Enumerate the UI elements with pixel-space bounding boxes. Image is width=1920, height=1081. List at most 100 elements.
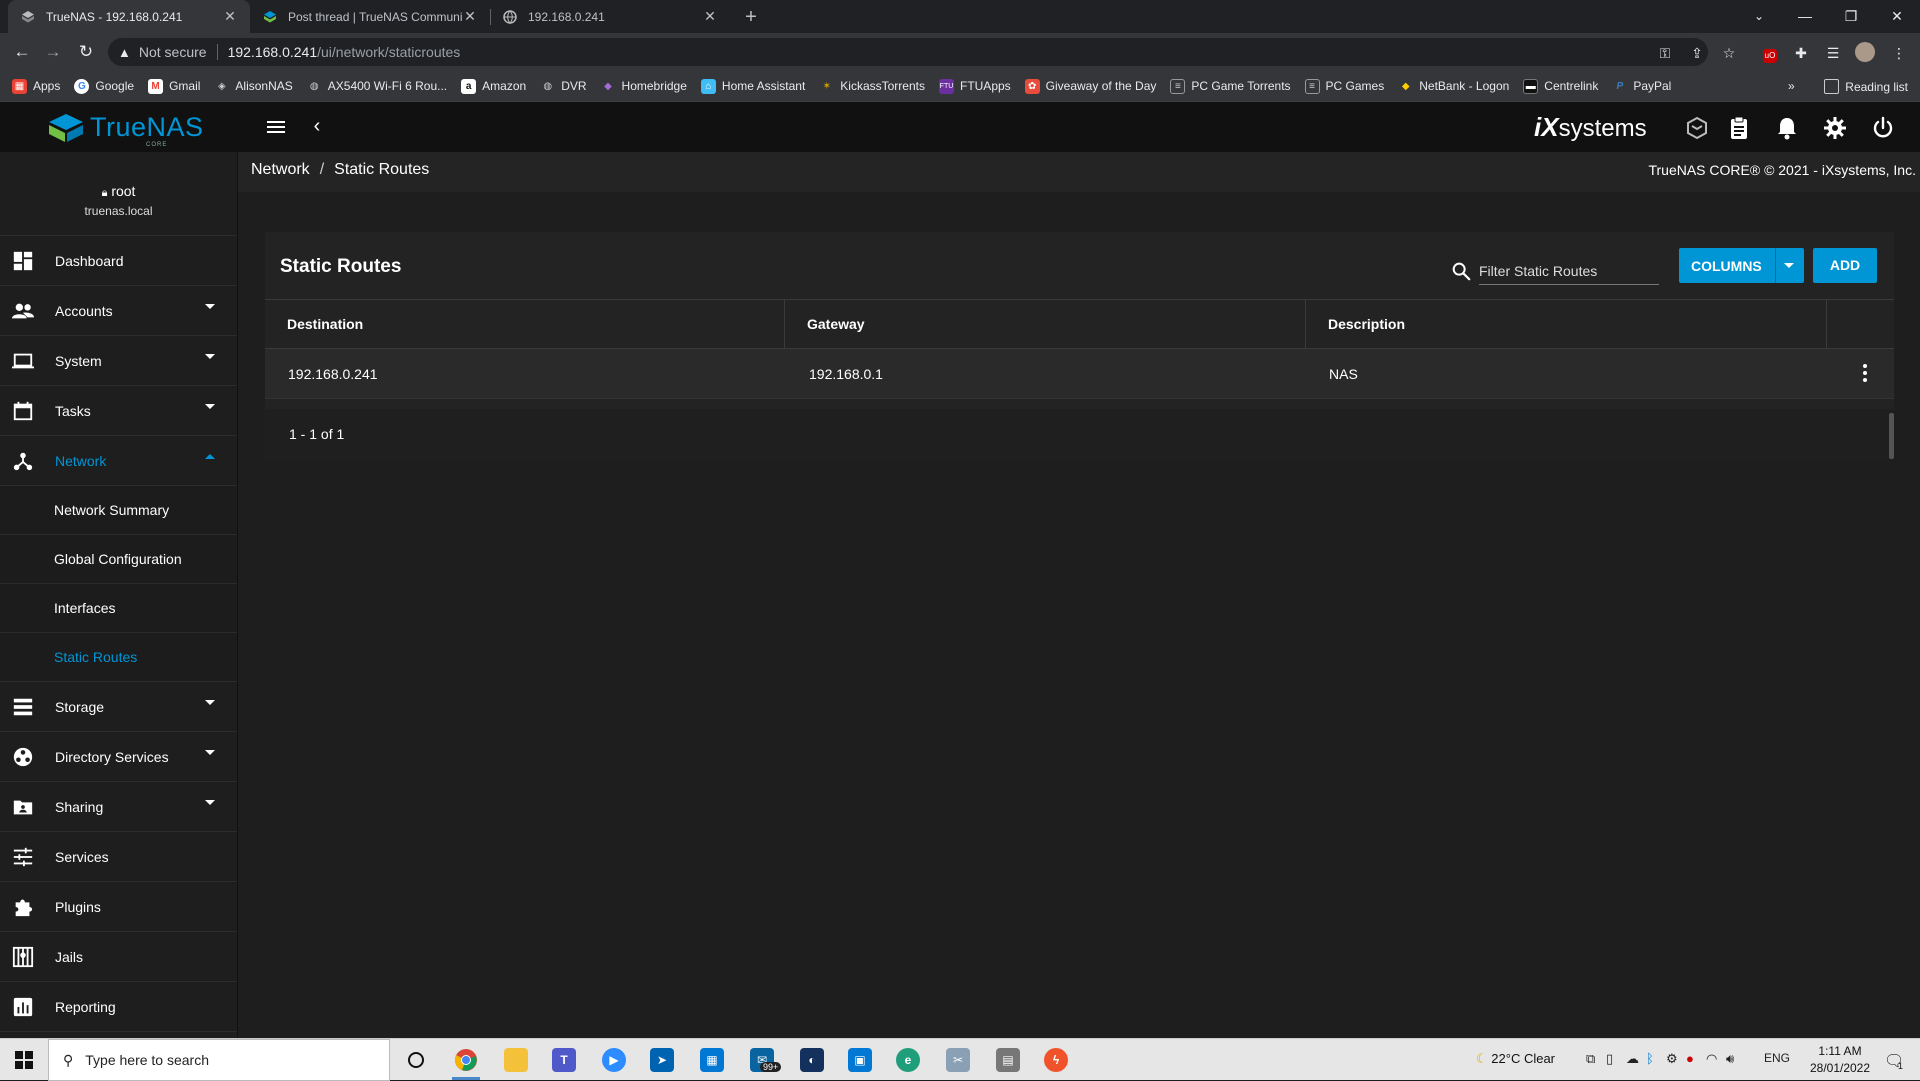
file-explorer-icon[interactable] <box>500 1044 532 1076</box>
bookmark-item[interactable]: G Google <box>74 78 134 94</box>
breadcrumb-network-link[interactable]: Network <box>251 161 310 178</box>
bookmark-item[interactable]: ≡ PC Games <box>1304 78 1384 94</box>
cortana-icon[interactable] <box>400 1044 432 1076</box>
app-orange-icon[interactable]: ϟ <box>1040 1044 1072 1076</box>
browser-tab-community[interactable]: Post thread | TrueNAS Communit ✕ <box>250 0 490 33</box>
close-tab-icon[interactable]: ✕ <box>222 8 238 25</box>
bookmark-item[interactable]: FTU FTUApps <box>938 78 1011 94</box>
app-dark-blue-icon[interactable]: ◐ <box>796 1044 828 1076</box>
search-icon[interactable] <box>1450 260 1472 282</box>
column-header-gateway[interactable]: Gateway <box>785 300 1306 348</box>
sidebar-subitem-network-summary[interactable]: Network Summary <box>0 486 237 535</box>
bookmark-item[interactable]: ◍ AX5400 Wi-Fi 6 Rou... <box>307 79 447 94</box>
browser-tab-truenas[interactable]: TrueNAS - 192.168.0.241 ✕ <box>8 0 250 33</box>
warning-triangle-icon[interactable]: ▲ <box>118 45 131 60</box>
onedrive-icon[interactable]: ☁ <box>1626 1051 1639 1067</box>
bluetooth-icon[interactable]: ᛒ <box>1646 1051 1654 1066</box>
table-row[interactable]: 192.168.0.241 192.168.0.1 NAS <box>265 349 1894 399</box>
forward-arrow-icon[interactable]: → <box>41 40 65 64</box>
settings-gear-icon[interactable] <box>1822 115 1848 141</box>
weather-widget[interactable]: ☾ 22°C Clear <box>1476 1051 1555 1067</box>
volume-icon[interactable]: 🔊︎ <box>1726 1051 1734 1067</box>
truecommand-icon[interactable] <box>1684 115 1710 141</box>
new-tab-button[interactable]: + <box>738 4 764 30</box>
browser-tab-ip[interactable]: 192.168.0.241 ✕ <box>490 0 730 33</box>
filter-input[interactable] <box>1479 257 1659 285</box>
bookmark-item[interactable]: ◈ AlisonNAS <box>214 79 293 94</box>
bookmark-item[interactable]: ≡ PC Game Torrents <box>1170 78 1291 94</box>
sidebar-item-tasks[interactable]: Tasks <box>0 386 237 436</box>
taskbar-search[interactable]: ⚲ Type here to search <box>48 1039 390 1081</box>
chrome-taskbar-icon[interactable] <box>450 1044 482 1076</box>
wifi-icon[interactable]: ◠ <box>1706 1051 1717 1067</box>
bookmark-item[interactable]: P PayPal <box>1612 79 1671 94</box>
table-scrollbar[interactable] <box>1889 413 1894 459</box>
edge-icon[interactable]: e <box>892 1044 924 1076</box>
zoom-icon[interactable]: ▶ <box>598 1044 630 1076</box>
column-header-destination[interactable]: Destination <box>265 300 785 348</box>
bookmark-item[interactable]: M Gmail <box>148 78 200 94</box>
bookmark-item[interactable]: a Amazon <box>461 78 526 94</box>
add-button[interactable]: ADD <box>1813 248 1877 283</box>
tab-search-icon[interactable]: ⌄ <box>1736 0 1782 33</box>
back-arrow-icon[interactable]: ← <box>10 40 34 64</box>
security-label[interactable]: Not secure <box>139 44 207 60</box>
bookmark-item[interactable]: ◆ NetBank - Logon <box>1398 79 1509 94</box>
sidebar-subitem-static-routes[interactable]: Static Routes <box>0 633 237 682</box>
key-icon[interactable]: ⚿ <box>1654 42 1676 64</box>
sidebar-item-plugins[interactable]: Plugins <box>0 882 237 932</box>
column-header-description[interactable]: Description <box>1306 300 1827 348</box>
truenas-logo[interactable]: TrueNAS CORE <box>48 112 204 148</box>
restore-window-button[interactable]: ❐ <box>1828 0 1874 33</box>
windows-start-button[interactable] <box>0 1039 48 1081</box>
notifications-bell-icon[interactable] <box>1774 115 1800 141</box>
sidebar-subitem-global-configuration[interactable]: Global Configuration <box>0 535 237 584</box>
sidebar-item-jails[interactable]: Jails <box>0 932 237 982</box>
bookmark-item[interactable]: ▬ Centrelink <box>1523 78 1598 94</box>
close-window-button[interactable]: ✕ <box>1874 0 1920 33</box>
bookmark-item[interactable]: ◆ Homebridge <box>601 79 687 94</box>
browser-menu-icon[interactable]: ⋮ <box>1888 42 1910 64</box>
sidebar-item-directory-services[interactable]: Directory Services <box>0 732 237 782</box>
bookmark-item[interactable]: ✿ Giveaway of the Day <box>1024 78 1156 94</box>
reading-list-button[interactable]: Reading list <box>1824 71 1908 102</box>
sidebar-item-accounts[interactable]: Accounts <box>0 286 237 336</box>
bookmark-item[interactable]: ✶ KickassTorrents <box>819 79 925 94</box>
calendar-icon[interactable]: ▦ <box>696 1044 728 1076</box>
address-bar[interactable]: ▲ Not secure 192.168.0.241/ui/network/st… <box>108 38 1708 66</box>
security-icon[interactable]: ⚙ <box>1666 1051 1678 1067</box>
antivirus-icon[interactable]: ● <box>1686 1051 1694 1066</box>
sidebar-subitem-interfaces[interactable]: Interfaces <box>0 584 237 633</box>
bookmark-item[interactable]: ◍ DVR <box>540 79 586 94</box>
close-tab-icon[interactable]: ✕ <box>462 8 478 25</box>
minimize-window-button[interactable]: — <box>1782 0 1828 33</box>
collapse-sidebar-chevron-icon[interactable]: ‹ <box>306 114 328 138</box>
row-actions-menu-icon[interactable] <box>1860 362 1870 384</box>
sidebar-item-reporting[interactable]: Reporting <box>0 982 237 1032</box>
columns-button[interactable]: COLUMNS <box>1679 248 1804 283</box>
close-tab-icon[interactable]: ✕ <box>702 8 718 25</box>
reload-icon[interactable]: ↻ <box>74 40 98 64</box>
sidebar-item-network[interactable]: Network <box>0 436 237 486</box>
mail-icon[interactable]: ✉ 99+ <box>746 1044 782 1076</box>
sidebar-item-sharing[interactable]: Sharing <box>0 782 237 832</box>
extensions-puzzle-icon[interactable]: ✚ <box>1790 42 1812 64</box>
input-language[interactable]: ENG <box>1764 1051 1790 1065</box>
app-blue-icon[interactable]: ➤ <box>646 1044 678 1076</box>
clock[interactable]: 1:11 AM 28/01/2022 <box>1804 1043 1876 1077</box>
teams-icon[interactable]: T <box>548 1044 580 1076</box>
sidebar-item-system[interactable]: System <box>0 336 237 386</box>
sidebar-item-storage[interactable]: Storage <box>0 682 237 732</box>
task-manager-clipboard-icon[interactable] <box>1726 115 1752 141</box>
bookmark-star-icon[interactable]: ☆ <box>1718 42 1740 64</box>
share-icon[interactable]: ⇪ <box>1686 42 1708 64</box>
snipping-tool-icon[interactable]: ✂ <box>942 1044 974 1076</box>
more-bookmarks-button[interactable]: » <box>1788 79 1795 93</box>
app-gray-icon[interactable]: ▤ <box>992 1044 1024 1076</box>
hamburger-menu-icon[interactable] <box>264 115 288 139</box>
profile-avatar[interactable] <box>1854 42 1876 64</box>
bookmark-item[interactable]: ▦ Apps <box>12 78 60 94</box>
sidebar-item-dashboard[interactable]: Dashboard <box>0 236 237 286</box>
store-icon[interactable]: ▣ <box>844 1044 876 1076</box>
bookmark-item[interactable]: ⌂ Home Assistant <box>700 78 805 94</box>
